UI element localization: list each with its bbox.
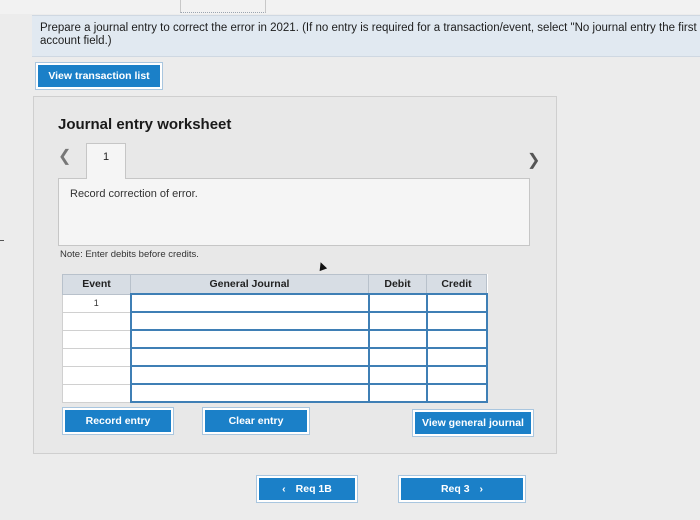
event-cell bbox=[62, 383, 131, 403]
table-row: 1 bbox=[62, 293, 488, 313]
record-entry-button[interactable]: Record entry bbox=[63, 408, 173, 434]
instruction-text: Prepare a journal entry to correct the e… bbox=[40, 22, 697, 47]
next-req-label: Req 3 bbox=[440, 483, 470, 495]
chevron-right-icon[interactable]: ❯ bbox=[527, 150, 540, 170]
view-general-journal-button[interactable]: View general journal bbox=[413, 410, 533, 436]
prev-req-label: Req 1B bbox=[295, 483, 332, 495]
clear-entry-button[interactable]: Clear entry bbox=[203, 408, 309, 434]
table-row bbox=[62, 311, 488, 331]
chevron-left-icon[interactable]: ❮ bbox=[58, 146, 71, 166]
header-event: Event bbox=[62, 274, 131, 295]
header-general-journal: General Journal bbox=[130, 274, 369, 295]
header-credit: Credit bbox=[426, 274, 487, 295]
account-input[interactable] bbox=[129, 293, 370, 313]
note-text: Note: Enter debits before credits. bbox=[60, 249, 199, 260]
debit-input[interactable] bbox=[367, 293, 428, 313]
account-input[interactable] bbox=[129, 347, 370, 367]
table-header-row: Event General Journal Debit Credit bbox=[62, 274, 487, 295]
event-cell bbox=[62, 365, 131, 385]
tab-entry-1[interactable]: 1 bbox=[86, 143, 126, 179]
credit-input[interactable] bbox=[425, 347, 488, 367]
table-row bbox=[62, 383, 488, 403]
account-input[interactable] bbox=[129, 329, 370, 349]
debit-input[interactable] bbox=[367, 329, 428, 349]
prev-req-button[interactable]: ‹ Req 1B bbox=[257, 476, 357, 502]
debit-input[interactable] bbox=[367, 383, 428, 403]
credit-input[interactable] bbox=[425, 311, 488, 331]
top-strip bbox=[0, 0, 700, 14]
left-edge-mark bbox=[0, 240, 4, 241]
event-cell bbox=[62, 347, 131, 367]
chevron-right-icon: › bbox=[479, 483, 484, 495]
top-divider-mark bbox=[180, 0, 266, 13]
table-row bbox=[62, 329, 488, 349]
journal-table: Event General Journal Debit Credit 1 bbox=[62, 274, 488, 403]
account-input[interactable] bbox=[129, 311, 370, 331]
header-debit: Debit bbox=[368, 274, 427, 295]
event-cell bbox=[62, 329, 131, 349]
entry-description: Record correction of error. bbox=[70, 188, 198, 200]
next-req-button[interactable]: Req 3 › bbox=[399, 476, 525, 502]
event-cell bbox=[62, 311, 131, 331]
credit-input[interactable] bbox=[425, 293, 488, 313]
chevron-left-icon: ‹ bbox=[282, 483, 286, 495]
account-input[interactable] bbox=[129, 383, 370, 403]
credit-input[interactable] bbox=[425, 383, 488, 403]
debit-input[interactable] bbox=[367, 347, 428, 367]
table-row bbox=[62, 347, 488, 367]
instruction-banner: Prepare a journal entry to correct the e… bbox=[32, 15, 700, 57]
debit-input[interactable] bbox=[367, 365, 428, 385]
account-input[interactable] bbox=[129, 365, 370, 385]
table-row bbox=[62, 365, 488, 385]
view-transaction-list-button[interactable]: View transaction list bbox=[36, 63, 162, 89]
credit-input[interactable] bbox=[425, 329, 488, 349]
page-title: Journal entry worksheet bbox=[58, 116, 232, 133]
debit-input[interactable] bbox=[367, 311, 428, 331]
event-cell: 1 bbox=[62, 293, 131, 313]
credit-input[interactable] bbox=[425, 365, 488, 385]
